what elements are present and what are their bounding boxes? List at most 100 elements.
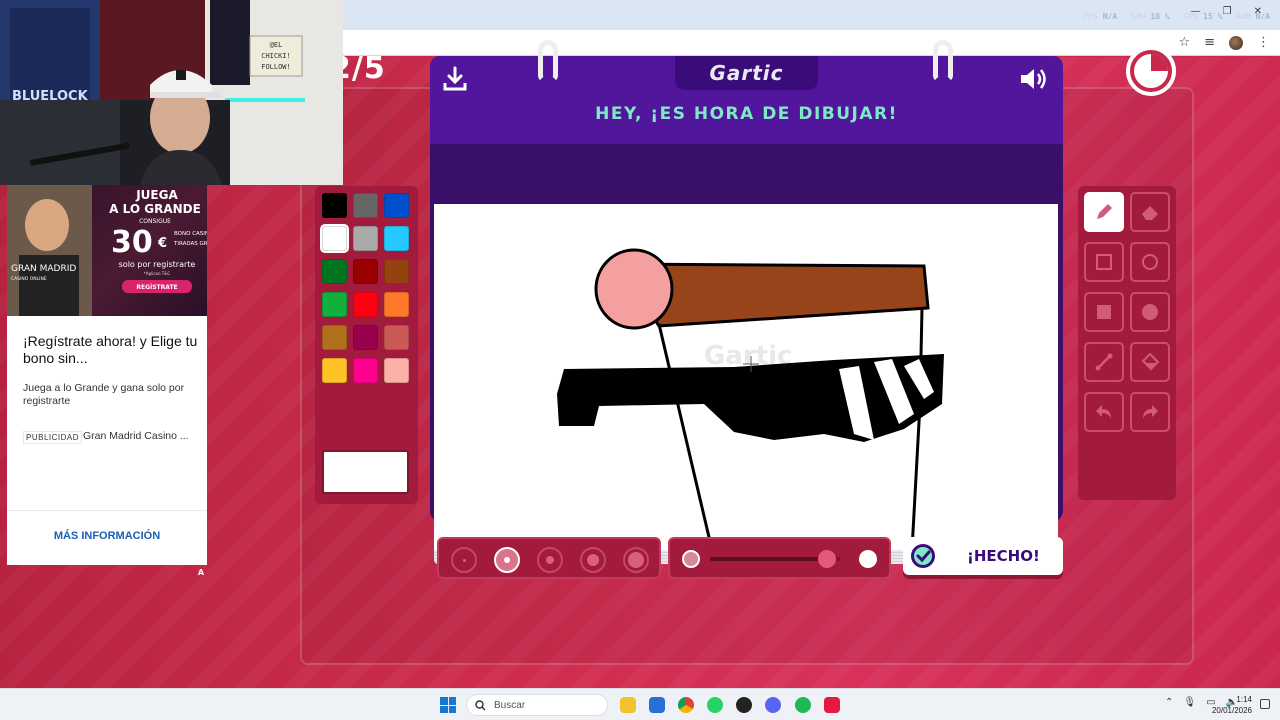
- stroke-size-xl[interactable]: [623, 547, 649, 573]
- webcam-sign-line2: CHICKI!: [261, 52, 291, 60]
- paint-bucket-icon: [1141, 352, 1160, 371]
- start-button-icon[interactable]: [440, 697, 456, 713]
- ad-banner-brand: GRAN MADRID: [11, 264, 76, 274]
- advertisement-panel[interactable]: JUEGA A LO GRANDE CONSIGUE 30 € BONO CAS…: [7, 185, 207, 565]
- ad-sponsor: Gran Madrid Casino ...: [83, 430, 189, 442]
- speaker-icon[interactable]: [1018, 64, 1050, 94]
- color-swatch[interactable]: [384, 193, 409, 218]
- custom-color-picker[interactable]: [322, 450, 409, 494]
- download-icon[interactable]: [440, 64, 470, 94]
- color-swatch[interactable]: [353, 226, 378, 251]
- done-button-label: ¡HECHO!: [967, 547, 1040, 565]
- tools-panel: [1078, 186, 1176, 500]
- opacity-thumb[interactable]: [818, 550, 836, 568]
- file-explorer-icon[interactable]: [620, 697, 636, 713]
- color-swatch[interactable]: [384, 292, 409, 317]
- color-swatch[interactable]: [384, 259, 409, 284]
- omnibar-actions: ☆ ≡ ⋮: [1178, 35, 1270, 50]
- microphone-icon[interactable]: 🎙: [1183, 697, 1196, 708]
- ad-choices-badge[interactable]: A: [196, 567, 206, 577]
- ad-banner-currency: €: [157, 236, 167, 251]
- taskbar-clock[interactable]: 1:14 20/01/2026: [1212, 694, 1252, 716]
- bookmark-star-icon[interactable]: ☆: [1178, 35, 1190, 50]
- ad-banner-tc: *Aplican T&C: [144, 271, 171, 276]
- binder-ring-icon: [538, 40, 558, 82]
- ad-banner-button: REGÍSTRATE: [136, 283, 177, 291]
- done-button[interactable]: ¡HECHO!: [903, 537, 1063, 575]
- fill-bucket-tool[interactable]: [1130, 342, 1170, 382]
- color-swatch[interactable]: [353, 358, 378, 383]
- color-swatch[interactable]: [353, 259, 378, 284]
- ad-banner-solo: solo por registrarte: [119, 260, 196, 269]
- ad-banner-brand-sub: CASINO ONLINE: [11, 276, 47, 282]
- check-badge-icon: [911, 544, 935, 568]
- taskbar-search-placeholder: Buscar: [494, 699, 526, 711]
- eraser-tool[interactable]: [1130, 192, 1170, 232]
- spotify-icon[interactable]: [795, 697, 811, 713]
- taskbar-time: 1:14: [1236, 695, 1252, 704]
- chevron-up-icon[interactable]: ⌃: [1165, 697, 1173, 708]
- ad-title[interactable]: ¡Regístrate ahora! y Elige tu bono sin..…: [23, 333, 198, 367]
- close-icon[interactable]: ✕: [1254, 6, 1262, 17]
- profile-avatar[interactable]: [1229, 35, 1243, 50]
- stroke-size-selector: [437, 537, 661, 579]
- color-swatch[interactable]: [322, 292, 347, 317]
- drawing-canvas[interactable]: Gartic: [434, 204, 1058, 550]
- pencil-icon: [1097, 204, 1112, 219]
- rectangle-fill-tool[interactable]: [1084, 292, 1124, 332]
- color-swatch[interactable]: [384, 358, 409, 383]
- opacity-slider[interactable]: [668, 537, 891, 579]
- color-swatch[interactable]: [322, 325, 347, 350]
- color-swatch[interactable]: [322, 193, 347, 218]
- color-swatch[interactable]: [353, 292, 378, 317]
- minimize-icon[interactable]: —: [1191, 6, 1201, 17]
- stroke-size-s[interactable]: [494, 547, 520, 573]
- obs-icon[interactable]: [736, 697, 752, 713]
- chrome-icon[interactable]: [678, 697, 694, 713]
- gpu-label: GPU: [1131, 12, 1146, 21]
- sketch-drawing: Gartic: [557, 248, 944, 550]
- color-swatch[interactable]: [384, 325, 409, 350]
- line-tool[interactable]: [1084, 342, 1124, 382]
- media-queue-icon[interactable]: ≡: [1204, 35, 1215, 50]
- board-header: Gartic HEY, ¡ES HORA DE DIBUJAR!: [430, 40, 1063, 144]
- window-controls: — ❐ ✕: [1191, 6, 1262, 17]
- discord-icon[interactable]: [765, 697, 781, 713]
- redo-tool[interactable]: [1130, 392, 1170, 432]
- ad-banner-art: JUEGA A LO GRANDE CONSIGUE 30 € BONO CAS…: [7, 185, 207, 316]
- undo-tool[interactable]: [1084, 392, 1124, 432]
- store-icon[interactable]: [649, 697, 665, 713]
- ad-banner-image[interactable]: JUEGA A LO GRANDE CONSIGUE 30 € BONO CAS…: [7, 185, 207, 316]
- binder-ring-icon: [933, 40, 953, 82]
- whatsapp-icon[interactable]: [707, 697, 723, 713]
- ad-tag: PUBLICIDAD: [23, 431, 83, 444]
- color-swatch[interactable]: [320, 224, 349, 253]
- ellipse-fill-tool[interactable]: [1130, 292, 1170, 332]
- taskbar-search[interactable]: Buscar: [466, 694, 608, 716]
- ad-banner-headline2: A LO GRANDE: [109, 202, 201, 216]
- stroke-size-m[interactable]: [537, 547, 563, 573]
- ellipse-outline-tool[interactable]: [1130, 242, 1170, 282]
- ad-more-info-link[interactable]: MÁS INFORMACIÓN: [7, 530, 207, 542]
- menu-kebab-icon[interactable]: ⋮: [1257, 35, 1270, 50]
- rectangle-outline-tool[interactable]: [1084, 242, 1124, 282]
- app-red-icon[interactable]: [824, 697, 840, 713]
- notification-icon[interactable]: [1260, 699, 1270, 709]
- stroke-size-xs[interactable]: [451, 547, 477, 573]
- ad-description: Juega a lo Grande y gana solo por regist…: [23, 382, 185, 407]
- color-swatch[interactable]: [353, 193, 378, 218]
- color-swatch[interactable]: [353, 325, 378, 350]
- square-filled-icon: [1097, 305, 1111, 319]
- windows-taskbar: Buscar ⌃ 🎙 ▭ 🔈 1:14 20/01/2026: [0, 688, 1280, 720]
- opacity-low-icon: [682, 550, 700, 568]
- webcam-sign-line3: FOLLOW!: [261, 63, 291, 71]
- pencil-tool[interactable]: [1084, 192, 1124, 232]
- restore-icon[interactable]: ❐: [1223, 6, 1232, 17]
- stroke-size-l[interactable]: [580, 547, 606, 573]
- color-swatch[interactable]: [322, 358, 347, 383]
- color-swatch[interactable]: [384, 226, 409, 251]
- circle-filled-icon: [1142, 304, 1158, 320]
- ad-banner-bonus1: BONO CASINO: [174, 231, 207, 237]
- color-swatch[interactable]: [322, 259, 347, 284]
- ad-banner-amount: 30: [111, 225, 153, 260]
